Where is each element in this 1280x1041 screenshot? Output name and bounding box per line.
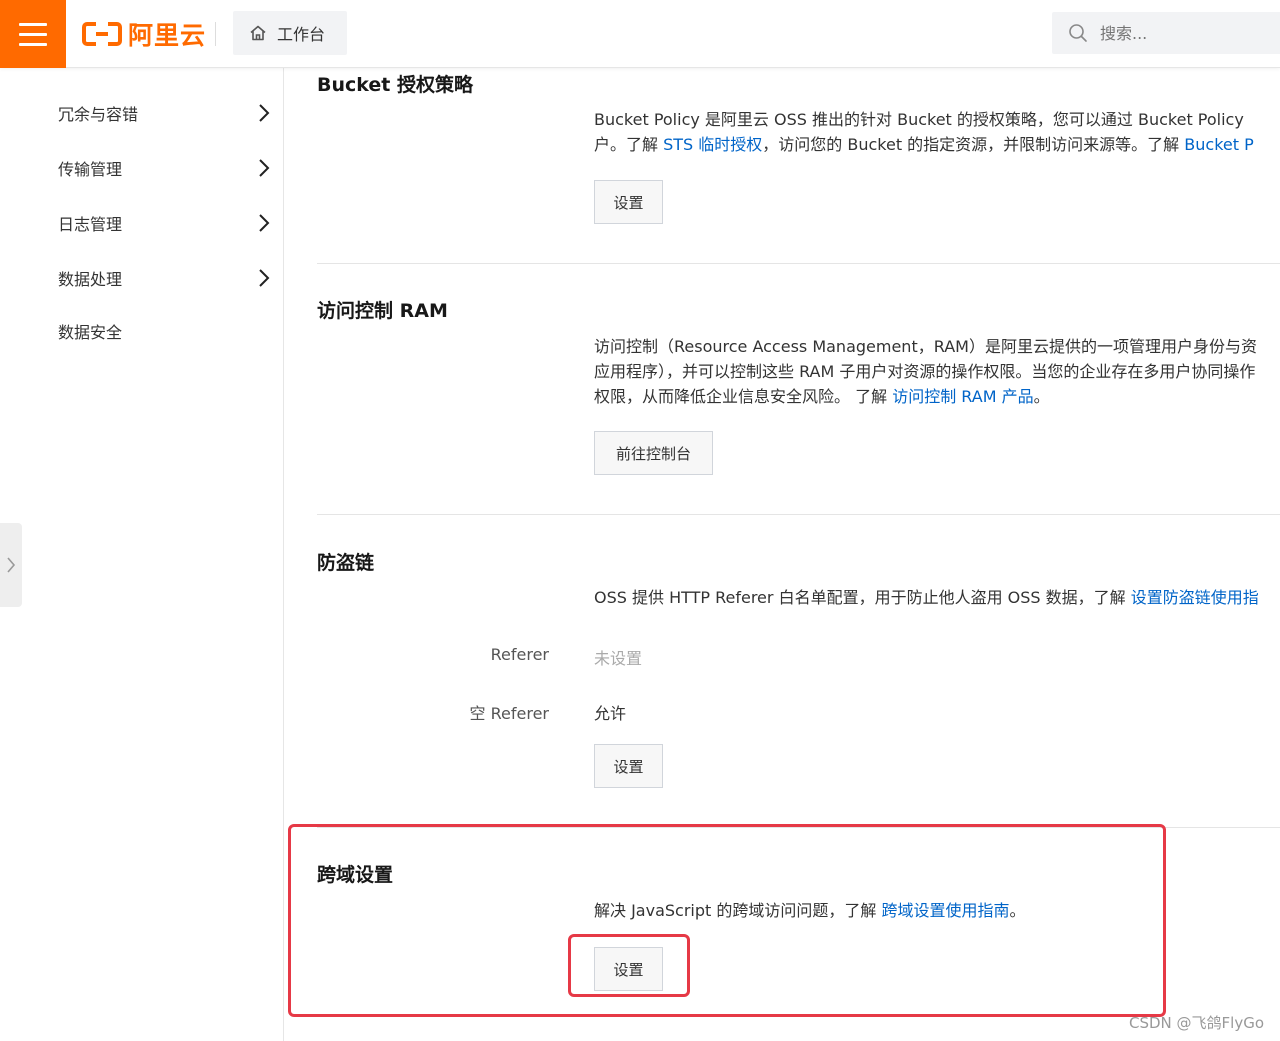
section-divider: [317, 263, 1280, 264]
empty-referer-value: 允许: [594, 704, 627, 723]
sidebar-item-transfer[interactable]: 传输管理: [58, 153, 270, 183]
cors-settings-button[interactable]: 设置: [594, 947, 663, 991]
sidebar-item-label: 冗余与容错: [58, 105, 139, 124]
section-divider: [317, 827, 1280, 828]
hamburger-menu-icon[interactable]: [0, 0, 66, 68]
main-content: Bucket 授权策略 Bucket Policy 是阿里云 OSS 推出的针对…: [284, 68, 1280, 1041]
aliyun-logo[interactable]: 阿里云: [82, 18, 206, 50]
ram-product-link[interactable]: 访问控制 RAM 产品: [892, 387, 1033, 406]
sidebar-item-label: 传输管理: [58, 160, 123, 179]
bucket-policy-description-line2: 户。了解 STS 临时授权，访问您的 Bucket 的指定资源，并限制访问来源等…: [594, 132, 1254, 157]
workbench-label: 工作台: [277, 25, 326, 44]
hotlink-guide-link[interactable]: 设置防盗链使用指: [1131, 588, 1259, 607]
watermark: CSDN @飞鸽FlyGo: [1128, 1014, 1264, 1032]
top-bar: 阿里云 工作台: [0, 0, 1280, 68]
chevron-right-icon: [259, 269, 270, 287]
ram-description-line3: 权限，从而降低企业信息安全风险。 了解 访问控制 RAM 产品。: [594, 384, 1050, 409]
bucket-policy-link[interactable]: Bucket P: [1184, 135, 1253, 154]
sidebar-collapse-toggle[interactable]: [0, 523, 22, 607]
sidebar-item-data-security[interactable]: 数据安全: [58, 316, 270, 346]
sidebar: 冗余与容错 传输管理 日志管理 数据处理 数据安全: [0, 68, 284, 1041]
text: 解决 JavaScript 的跨域访问问题，了解: [594, 901, 882, 920]
text: 户。了解: [594, 135, 664, 154]
section-title-bucket-policy: Bucket 授权策略: [317, 74, 473, 96]
bucket-policy-settings-button[interactable]: 设置: [594, 180, 663, 224]
text: 。: [1033, 387, 1050, 406]
section-title-ram: 访问控制 RAM: [317, 300, 448, 322]
referer-label: Referer: [490, 645, 549, 664]
chevron-right-icon: [7, 557, 16, 573]
sidebar-item-label: 数据安全: [58, 323, 123, 342]
bucket-policy-description-line1: Bucket Policy 是阿里云 OSS 推出的针对 Bucket 的授权策…: [594, 110, 1244, 129]
sts-temporary-auth-link[interactable]: STS 临时授权: [663, 135, 762, 154]
section-title-cors: 跨域设置: [317, 864, 394, 886]
sidebar-item-label: 数据处理: [58, 270, 123, 289]
text: 权限，从而降低企业信息安全风险。 了解: [594, 387, 893, 406]
referer-value: 未设置: [594, 649, 643, 668]
chevron-right-icon: [259, 214, 270, 232]
section-title-hotlink-protection: 防盗链: [317, 552, 375, 574]
aliyun-logo-icon: [82, 22, 122, 46]
cors-guide-link[interactable]: 跨域设置使用指南: [881, 901, 1009, 920]
chevron-right-icon: [259, 104, 270, 122]
chevron-right-icon: [259, 159, 270, 177]
empty-referer-label: 空 Referer: [469, 704, 549, 723]
go-to-console-button[interactable]: 前往控制台: [594, 431, 713, 475]
text: ，访问您的 Bucket 的指定资源，并限制访问来源等。了解: [762, 135, 1185, 154]
hotlink-description: OSS 提供 HTTP Referer 白名单配置，用于防止他人盗用 OSS 数…: [594, 585, 1259, 610]
sidebar-item-redundancy[interactable]: 冗余与容错: [58, 98, 270, 128]
workbench-button[interactable]: 工作台: [233, 11, 347, 55]
search-input[interactable]: [1100, 23, 1250, 43]
sidebar-item-data-processing[interactable]: 数据处理: [58, 263, 270, 293]
logo-divider: [215, 22, 216, 46]
ram-description-line1: 访问控制（Resource Access Management，RAM）是阿里云…: [594, 337, 1257, 356]
sidebar-item-label: 日志管理: [58, 215, 123, 234]
logo-text: 阿里云: [128, 21, 207, 50]
search-icon: [1069, 24, 1087, 42]
home-icon: [250, 25, 266, 41]
ram-description-line2: 应用程序），并可以控制这些 RAM 子用户对资源的操作权限。当您的企业存在多用户…: [594, 362, 1256, 381]
sidebar-item-logs[interactable]: 日志管理: [58, 208, 270, 238]
text: OSS 提供 HTTP Referer 白名单配置，用于防止他人盗用 OSS 数…: [594, 588, 1131, 607]
text: 。: [1009, 901, 1026, 920]
section-divider: [317, 514, 1280, 515]
cors-description: 解决 JavaScript 的跨域访问问题，了解 跨域设置使用指南。: [594, 898, 1026, 923]
global-search[interactable]: [1052, 12, 1280, 54]
hotlink-settings-button[interactable]: 设置: [594, 744, 663, 788]
